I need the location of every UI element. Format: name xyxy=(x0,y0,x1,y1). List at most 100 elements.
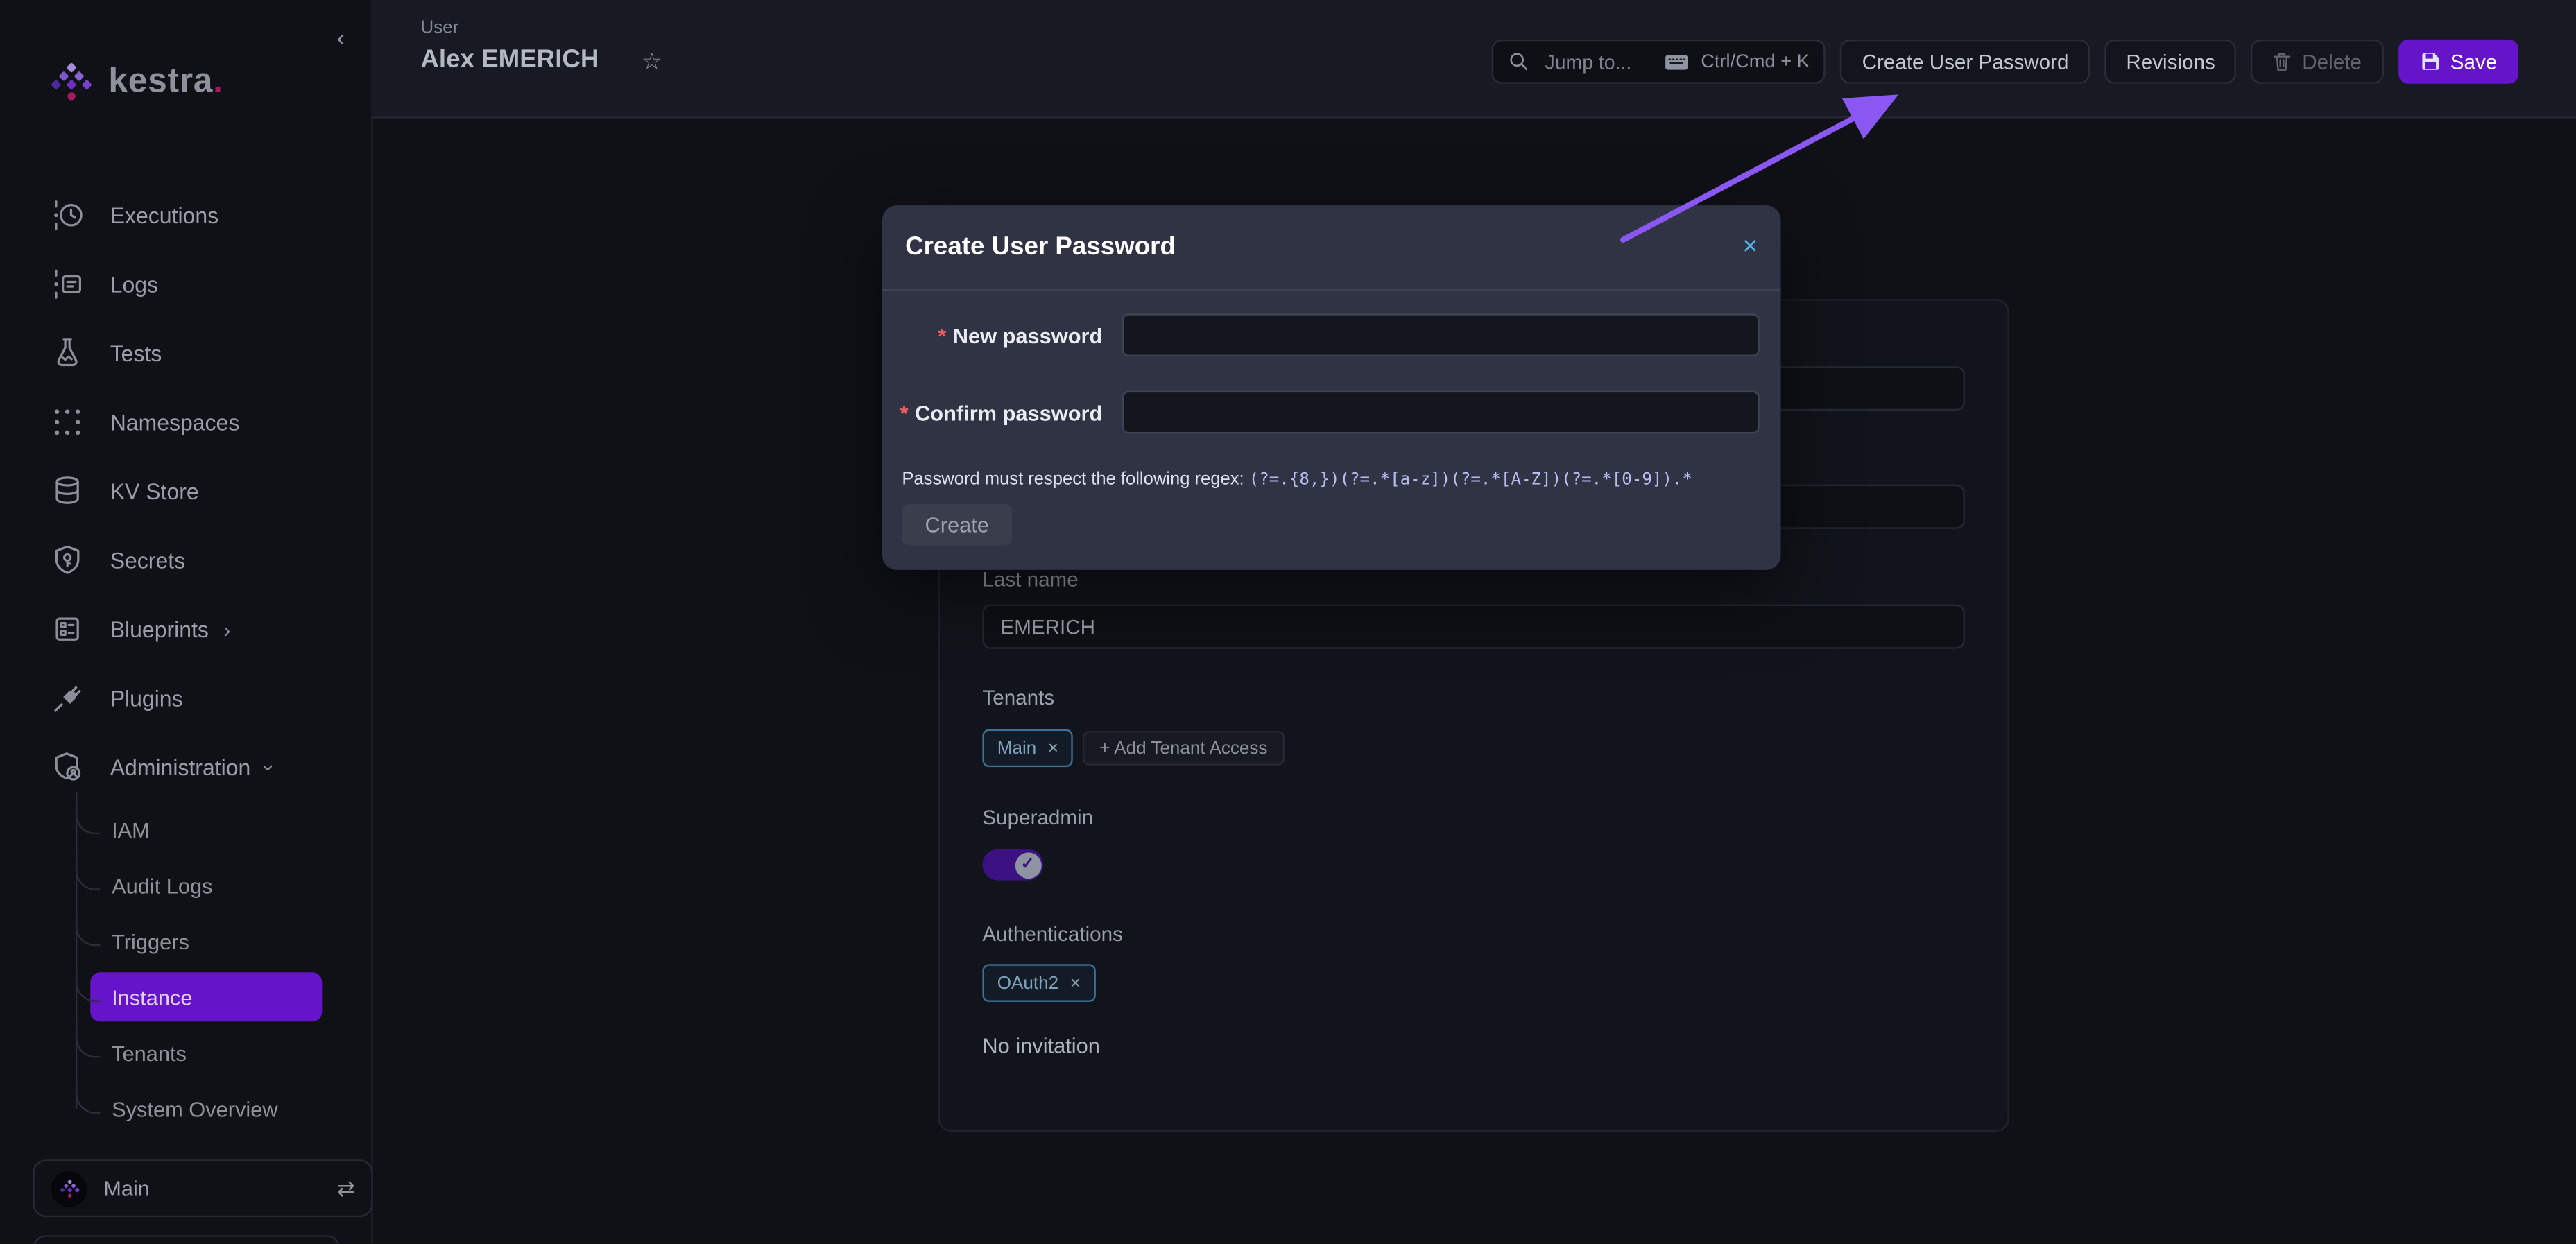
kestra-mark-icon xyxy=(58,1177,80,1199)
create-user-password-button[interactable]: Create User Password xyxy=(1841,40,2090,84)
sidebar-subitem-triggers[interactable]: Triggers xyxy=(76,913,322,969)
header-actions: Ctrl/Cmd + K Create User Password Revisi… xyxy=(1493,40,2518,84)
chevron-down-icon: › xyxy=(257,763,282,770)
subitem-label: Audit Logs xyxy=(112,873,213,898)
last-name-label: Last name xyxy=(982,569,1078,591)
sidebar-item-executions[interactable]: Executions xyxy=(0,181,371,250)
jump-to-search[interactable]: Ctrl/Cmd + K xyxy=(1493,40,1826,84)
chevron-right-icon: › xyxy=(223,616,230,641)
delete-button[interactable]: Delete xyxy=(2251,40,2383,84)
superadmin-toggle[interactable]: ✓ xyxy=(982,849,1043,881)
modal-close-icon[interactable]: × xyxy=(1742,232,1758,262)
logo-dot: . xyxy=(213,62,223,99)
remove-auth-icon[interactable]: × xyxy=(1070,973,1081,992)
authentications-chips: OAuth2 × xyxy=(982,964,1095,1001)
search-shortcut: Ctrl/Cmd + K xyxy=(1701,52,1810,71)
sidebar-subitem-instance[interactable]: Instance xyxy=(76,969,322,1025)
top-header: User Alex EMERICH ☆ Ctrl/Cmd + K Create … xyxy=(371,0,2576,119)
plug-icon xyxy=(51,682,83,714)
flask-icon xyxy=(51,337,83,370)
authentications-label: Authentications xyxy=(982,923,1122,946)
subitem-label: System Overview xyxy=(112,1096,278,1121)
create-user-password-modal: Create User Password × *New password *Co… xyxy=(882,205,1781,570)
swap-tenant-icon[interactable]: ⇄ xyxy=(337,1175,355,1202)
sidebar-nav: Executions Logs Tests xyxy=(0,181,371,1137)
password-regex-hint: Password must respect the following rege… xyxy=(902,469,1692,489)
sidebar-item-secrets[interactable]: Secrets xyxy=(0,526,371,594)
required-marker: * xyxy=(938,322,946,347)
sidebar-subitem-system-overview[interactable]: System Overview xyxy=(76,1081,322,1137)
new-password-label: New password xyxy=(953,322,1103,347)
shield-account-icon xyxy=(51,750,83,783)
revisions-button[interactable]: Revisions xyxy=(2105,40,2237,84)
save-floppy-icon xyxy=(2419,51,2441,72)
trash-icon xyxy=(2273,51,2292,72)
sidebar-item-blueprints[interactable]: Blueprints › xyxy=(0,594,371,663)
breadcrumb: User xyxy=(420,18,662,37)
sidebar-item-namespaces[interactable]: Namespaces xyxy=(0,388,371,456)
subitem-label: Tenants xyxy=(112,1041,187,1066)
tenants-label: Tenants xyxy=(982,686,1054,709)
confirm-password-input[interactable] xyxy=(1122,391,1760,434)
blueprint-icon xyxy=(51,612,83,645)
new-password-input[interactable] xyxy=(1122,313,1760,356)
search-input[interactable] xyxy=(1542,49,1654,75)
sidebar-item-kv-store[interactable]: KV Store xyxy=(0,456,371,525)
app-root: ‹ kestra. Exe xyxy=(0,0,2576,1244)
sidebar-item-label: Namespaces xyxy=(110,410,240,435)
sidebar-item-label: Plugins xyxy=(110,686,183,711)
required-marker: * xyxy=(900,400,909,425)
sidebar-collapse-icon[interactable]: ‹ xyxy=(337,25,345,53)
sidebar-item-label: Blueprints xyxy=(110,616,209,641)
sidebar-item-administration[interactable]: Administration › xyxy=(0,732,371,801)
superadmin-label: Superadmin xyxy=(982,806,1093,829)
sidebar-item-label: Executions xyxy=(110,203,218,228)
sidebar-item-plugins[interactable]: Plugins xyxy=(0,664,371,732)
save-label: Save xyxy=(2450,50,2498,73)
sidebar-item-label: KV Store xyxy=(110,478,199,503)
page-title: Alex EMERICH xyxy=(420,46,599,76)
tenants-chips: Main × + Add Tenant Access xyxy=(982,729,1284,767)
subitem-label: Triggers xyxy=(112,928,189,953)
create-password-button[interactable]: Create xyxy=(902,504,1012,545)
tenant-name: Main xyxy=(103,1176,150,1201)
toggle-check-icon: ✓ xyxy=(1015,852,1041,878)
tenant-switcher-secondary[interactable] xyxy=(33,1235,340,1244)
last-name-input[interactable] xyxy=(982,605,1964,649)
modal-title: Create User Password xyxy=(905,232,1176,262)
search-icon xyxy=(1509,51,1530,72)
tenant-avatar xyxy=(51,1170,87,1207)
kestra-mark-icon xyxy=(49,59,94,103)
executions-clock-icon xyxy=(51,199,83,232)
auth-chip-label: OAuth2 xyxy=(997,973,1058,992)
tenant-chip-label: Main xyxy=(997,738,1036,758)
sidebar-item-tests[interactable]: Tests xyxy=(0,319,371,388)
sidebar-item-label: Secrets xyxy=(110,548,185,573)
sidebar-subitem-iam[interactable]: IAM xyxy=(76,802,322,858)
hint-prefix: Password must respect the following rege… xyxy=(902,469,1248,489)
tenant-switcher[interactable]: Main ⇄ xyxy=(33,1159,372,1217)
sidebar-subitem-tenants[interactable]: Tenants xyxy=(76,1025,322,1081)
sidebar-item-logs[interactable]: Logs xyxy=(0,250,371,318)
confirm-password-label: Confirm password xyxy=(915,400,1102,425)
sidebar-item-label: Logs xyxy=(110,272,158,297)
tenant-chip-main[interactable]: Main × xyxy=(982,729,1073,767)
subitem-label: Instance xyxy=(112,985,192,1010)
logo-text: kestra xyxy=(108,62,213,99)
dots-grid-icon xyxy=(51,406,83,438)
shield-key-icon xyxy=(51,544,83,576)
save-button[interactable]: Save xyxy=(2398,40,2518,84)
administration-submenu: IAM Audit Logs Triggers Instance Tenants… xyxy=(76,802,322,1137)
sidebar-item-label: Administration xyxy=(110,754,251,779)
subitem-label: IAM xyxy=(112,817,150,842)
modal-header: Create User Password × xyxy=(882,205,1781,291)
auth-chip-oauth2[interactable]: OAuth2 × xyxy=(982,964,1095,1001)
sidebar-item-label: Tests xyxy=(110,340,162,365)
keyboard-icon xyxy=(1665,52,1690,71)
add-tenant-access-button[interactable]: + Add Tenant Access xyxy=(1083,731,1285,766)
logs-icon xyxy=(51,268,83,300)
favorite-star-icon[interactable]: ☆ xyxy=(642,47,662,75)
delete-label: Delete xyxy=(2302,50,2362,73)
remove-tenant-icon[interactable]: × xyxy=(1048,738,1058,758)
sidebar-subitem-audit-logs[interactable]: Audit Logs xyxy=(76,857,322,913)
